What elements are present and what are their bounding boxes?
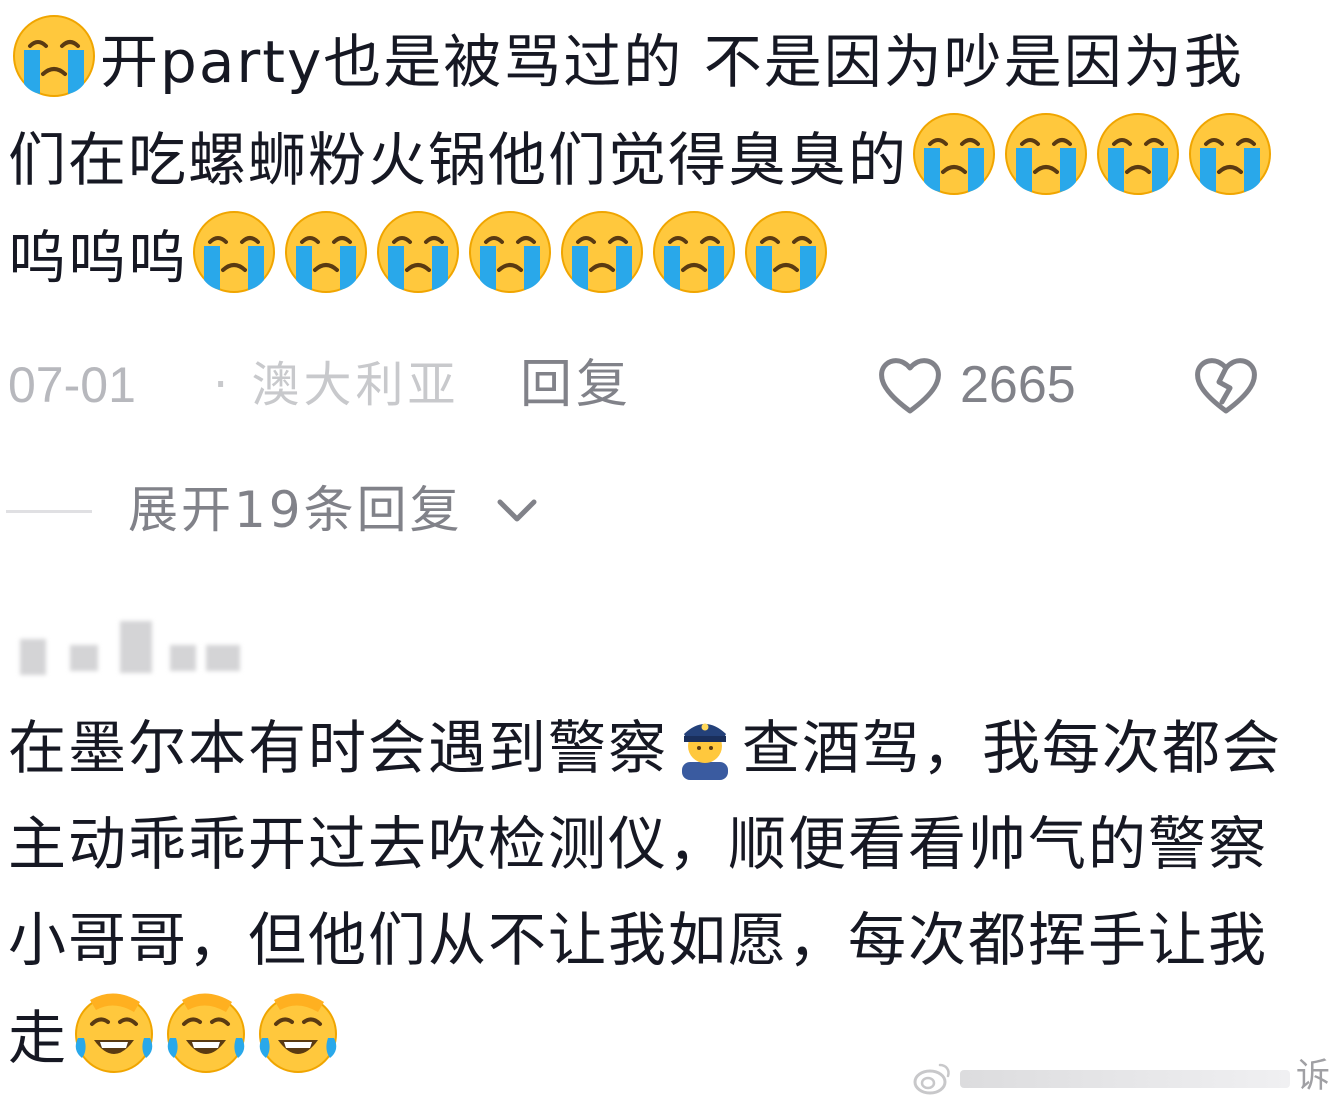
rolling-on-floor-laughing-emoji (70, 988, 158, 1076)
loudly-crying-face-emoji (1002, 110, 1090, 198)
comment-date: 07-01 (8, 357, 136, 413)
loudly-crying-face-emoji (1094, 110, 1182, 198)
loudly-crying-face-emoji (190, 208, 278, 296)
comment-text-segment: 呜呜呜 (8, 224, 189, 292)
rolling-on-floor-laughing-emoji (254, 988, 342, 1076)
loudly-crying-face-emoji (650, 208, 738, 296)
watermark-text: 诉 (1296, 1056, 1330, 1096)
loudly-crying-face-emoji (374, 208, 462, 296)
like-count: 2665 (960, 356, 1076, 414)
comment-1-meta: 07-01 · 澳大利亚 回复 2665 (8, 350, 1308, 420)
watermark (912, 1056, 1312, 1102)
loudly-crying-face-emoji (282, 208, 370, 296)
loudly-crying-face-emoji (910, 110, 998, 198)
comment-1-text: 开party也是被骂过的 不是因为吵是因为我们在吃螺蛳粉火锅他们觉得臭臭的 呜呜呜 (8, 12, 1298, 306)
divider-line (6, 510, 92, 513)
chevron-down-icon (497, 499, 537, 522)
expand-replies-label: 展开19条回复 (128, 481, 463, 539)
broken-heart-outline-icon[interactable] (1192, 354, 1260, 416)
blurred-username (20, 615, 240, 677)
rolling-on-floor-laughing-emoji (162, 988, 250, 1076)
watermark-blur (960, 1070, 1290, 1088)
expand-replies-toggle[interactable]: 展开19条回复 (0, 475, 700, 545)
comment-location: · 澳大利亚 (213, 357, 460, 413)
police-officer-emoji (670, 710, 740, 780)
comment-2-text: 在墨尔本有时会遇到警察 查酒驾，我每次都会主动乖乖开过去吹检测仪，顺便看看帅气的警… (8, 700, 1298, 1086)
loudly-crying-face-emoji (466, 208, 554, 296)
loudly-crying-face-emoji (742, 208, 830, 296)
loudly-crying-face-emoji (1186, 110, 1274, 198)
heart-outline-icon[interactable] (876, 354, 944, 416)
weibo-logo-icon (913, 1063, 950, 1095)
loudly-crying-face-emoji (10, 12, 98, 100)
reply-button[interactable]: 回复 (520, 350, 632, 420)
comment-text-segment: 在墨尔本有时会遇到警察 (8, 714, 669, 782)
loudly-crying-face-emoji (558, 208, 646, 296)
